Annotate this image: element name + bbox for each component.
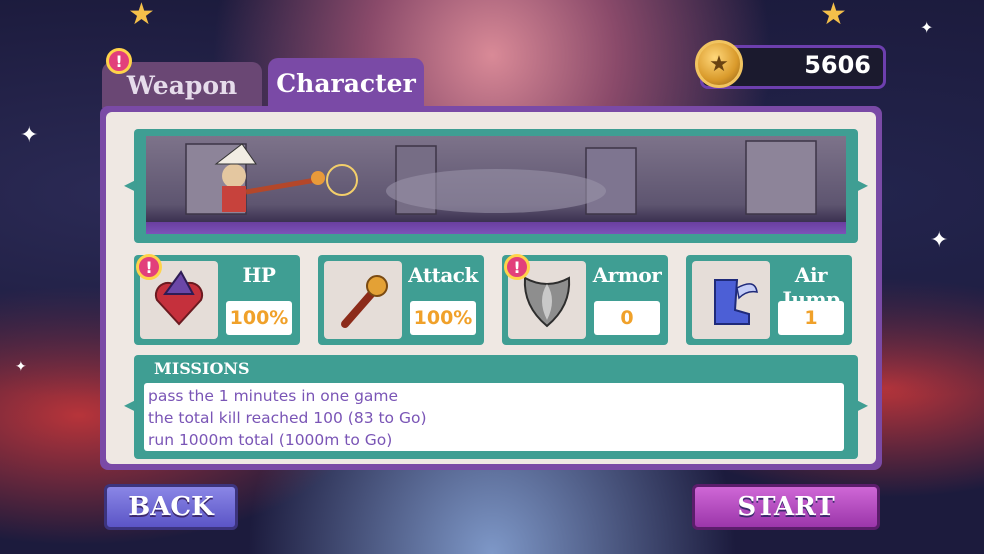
stat-value-hp: 100% xyxy=(226,301,292,335)
tab-character[interactable]: Character xyxy=(268,58,424,108)
character-preview: ◀ ▶ xyxy=(124,129,868,243)
missions-left-arrow-icon: ◀ xyxy=(124,395,137,414)
star-decoration: ★ xyxy=(128,0,155,32)
stat-card-air-jump[interactable]: Air Jump 1 xyxy=(686,255,852,345)
missions-title: MISSIONS xyxy=(154,359,250,378)
staff-icon xyxy=(324,261,402,339)
sparkle-decoration: ✦ xyxy=(20,123,39,148)
tab-character-label: Character xyxy=(276,68,416,98)
missions-right-arrow-icon: ▶ xyxy=(855,395,868,414)
stat-value-air-jump: 1 xyxy=(778,301,844,335)
sparkle-decoration: ✦ xyxy=(15,359,27,375)
character-panel: ◀ ▶ HP 100% ! Attack 100% Armor 0 ! Air … xyxy=(100,106,882,470)
star-decoration: ★ xyxy=(820,0,847,32)
coin-value: 5606 xyxy=(804,51,871,79)
stat-value-armor: 0 xyxy=(594,301,660,335)
tab-weapon-label: Weapon xyxy=(126,70,238,100)
stat-label-armor: Armor xyxy=(592,263,662,287)
missions-list: pass the 1 minutes in one game the total… xyxy=(144,383,844,451)
mission-item: the total kill reached 100 (83 to Go) xyxy=(148,409,427,427)
preview-left-arrow-icon[interactable]: ◀ xyxy=(124,175,136,194)
stat-label-attack: Attack xyxy=(408,263,478,287)
panel-inner: ◀ ▶ HP 100% ! Attack 100% Armor 0 ! Air … xyxy=(106,112,876,464)
missions-panel: ◀ ▶ MISSIONS pass the 1 minutes in one g… xyxy=(124,355,868,459)
hp-alert-badge: ! xyxy=(136,254,162,280)
weapon-alert-badge: ! xyxy=(106,48,132,74)
preview-right-arrow-icon[interactable]: ▶ xyxy=(856,175,868,194)
coin-icon: ★ xyxy=(695,40,743,88)
armor-alert-badge: ! xyxy=(504,254,530,280)
stat-card-attack[interactable]: Attack 100% xyxy=(318,255,484,345)
witch-character-icon xyxy=(214,143,325,212)
sparkle-decoration: ✦ xyxy=(930,228,949,253)
mission-item: pass the 1 minutes in one game xyxy=(148,387,399,405)
mission-item: run 1000m total (1000m to Go) xyxy=(148,431,393,449)
coin-counter: ★ 5606 xyxy=(695,40,886,89)
start-button[interactable]: START xyxy=(692,484,880,530)
stat-value-attack: 100% xyxy=(410,301,476,335)
sparkle-decoration: ✦ xyxy=(920,18,934,37)
winged-boot-icon xyxy=(692,261,770,339)
back-button[interactable]: BACK xyxy=(104,484,238,530)
stat-label-hp: HP xyxy=(242,263,276,287)
castle-scene-illustration xyxy=(185,140,817,215)
preview-scene xyxy=(146,136,846,234)
